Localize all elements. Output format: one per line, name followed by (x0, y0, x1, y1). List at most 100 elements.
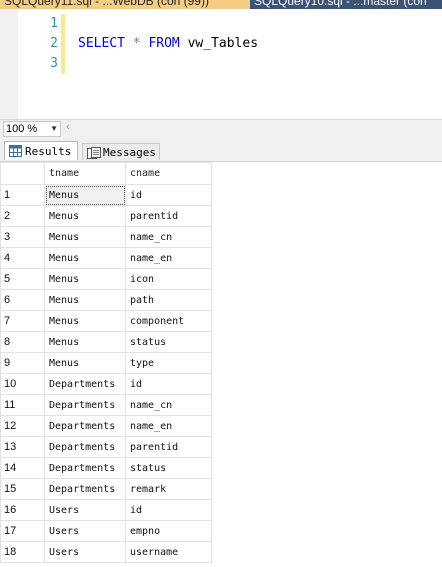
cell-tname[interactable]: Menus (44, 352, 126, 374)
tab-label: SQLQuery11.sql - ...WebDB (con (99)) (4, 0, 209, 8)
row-number-header[interactable] (0, 162, 45, 185)
cell-tname[interactable]: Users (44, 499, 126, 521)
cell-cname[interactable]: path (125, 289, 212, 311)
cell-cname[interactable]: name_en (125, 247, 212, 269)
editor-status-bar: 100 % ▼ ‹ (0, 119, 442, 138)
tab-sqlquery10[interactable]: SQLQuery10.sql - ...master (con (250, 0, 442, 9)
cell-cname[interactable]: parentid (125, 205, 212, 227)
table-row[interactable]: 4 Menus name_en (0, 247, 212, 269)
table-row[interactable]: 5 Menus icon (0, 268, 212, 290)
column-header-cname[interactable]: cname (125, 162, 212, 185)
cell-tname[interactable]: Users (44, 520, 126, 542)
table-row[interactable]: 12 Departments name_en (0, 415, 212, 437)
cell-cname[interactable]: username (125, 541, 212, 563)
row-number[interactable]: 7 (0, 310, 45, 332)
row-number[interactable]: 16 (0, 499, 45, 521)
table-row[interactable]: 9 Menus type (0, 352, 212, 374)
results-grid: tname cname 1 Menus id 2 Menus parentid 3 Menus… (0, 162, 212, 563)
row-number[interactable]: 13 (0, 436, 45, 458)
cell-cname[interactable]: status (125, 331, 212, 353)
cell-tname[interactable]: Menus (44, 331, 126, 353)
line-numbers: 1 2 3 (20, 14, 58, 74)
line-number: 3 (50, 56, 58, 71)
row-number[interactable]: 18 (0, 541, 45, 563)
row-number[interactable]: 2 (0, 205, 45, 227)
results-grid-area: tname cname 1 Menus id 2 Menus parentid 3 Menus… (0, 161, 442, 567)
cell-tname[interactable]: Menus (44, 184, 126, 206)
row-number[interactable]: 8 (0, 331, 45, 353)
table-row[interactable]: 11 Departments name_cn (0, 394, 212, 416)
cell-cname[interactable]: name_cn (125, 394, 212, 416)
cell-cname[interactable]: remark (125, 478, 212, 500)
tab-sqlquery11[interactable]: SQLQuery11.sql - ...WebDB (con (99)) (0, 0, 250, 9)
cell-cname[interactable]: parentid (125, 436, 212, 458)
table-row[interactable]: 7 Menus component (0, 310, 212, 332)
cell-tname[interactable]: Menus (44, 205, 126, 227)
row-number[interactable]: 3 (0, 226, 45, 248)
results-tab-strip: Results Messages (0, 137, 442, 161)
row-number[interactable]: 9 (0, 352, 45, 374)
row-number[interactable]: 5 (0, 268, 45, 290)
cell-cname[interactable]: empno (125, 520, 212, 542)
cell-tname[interactable]: Menus (44, 226, 126, 248)
row-number[interactable]: 11 (0, 394, 45, 416)
chevron-down-icon: ▼ (50, 124, 58, 133)
row-number[interactable]: 4 (0, 247, 45, 269)
cell-tname[interactable]: Menus (44, 310, 126, 332)
cell-tname[interactable]: Departments (44, 394, 126, 416)
row-number[interactable]: 15 (0, 478, 45, 500)
cell-cname[interactable]: id (125, 499, 212, 521)
keyword-from: FROM (148, 36, 180, 51)
table-row[interactable]: 1 Menus id (0, 184, 212, 206)
row-number[interactable]: 17 (0, 520, 45, 542)
table-row[interactable]: 10 Departments id (0, 373, 212, 395)
zoom-dropdown[interactable]: 100 % ▼ (3, 121, 61, 137)
cell-tname[interactable]: Departments (44, 436, 126, 458)
cell-cname[interactable]: component (125, 310, 212, 332)
cell-cname[interactable]: name_cn (125, 226, 212, 248)
row-number[interactable]: 12 (0, 415, 45, 437)
scroll-left-icon[interactable]: ‹ (66, 121, 70, 133)
cell-tname[interactable]: Departments (44, 478, 126, 500)
table-row[interactable]: 13 Departments parentid (0, 436, 212, 458)
object-name: vw_Tables (187, 36, 259, 51)
row-number[interactable]: 10 (0, 373, 45, 395)
cell-cname[interactable]: icon (125, 268, 212, 290)
table-row[interactable]: 18 Users username (0, 541, 212, 563)
messages-icon (87, 147, 101, 159)
row-number[interactable]: 1 (0, 184, 45, 206)
grid-body: 1 Menus id 2 Menus parentid 3 Menus name_cn 4 Menu… (0, 184, 212, 563)
row-number[interactable]: 6 (0, 289, 45, 311)
query-editor[interactable]: 1 2 3 SELECT * FROM vw_Tables (0, 9, 442, 119)
table-row[interactable]: 16 Users id (0, 499, 212, 521)
column-header-tname[interactable]: tname (44, 162, 126, 185)
cell-cname[interactable]: type (125, 352, 212, 374)
table-row[interactable]: 14 Departments status (0, 457, 212, 479)
change-tracking-bar (61, 14, 65, 74)
cell-cname[interactable]: id (125, 373, 212, 395)
cell-tname[interactable]: Menus (44, 268, 126, 290)
grid-header-row: tname cname (0, 162, 212, 185)
editor-gutter (0, 9, 18, 119)
table-row[interactable]: 15 Departments remark (0, 478, 212, 500)
cell-tname[interactable]: Users (44, 541, 126, 563)
table-row[interactable]: 2 Menus parentid (0, 205, 212, 227)
line-number: 1 (50, 16, 58, 31)
tab-label: SQLQuery10.sql - ...master (con (254, 0, 427, 8)
row-number[interactable]: 14 (0, 457, 45, 479)
cell-tname[interactable]: Menus (44, 289, 126, 311)
cell-cname[interactable]: name_en (125, 415, 212, 437)
cell-tname[interactable]: Departments (44, 373, 126, 395)
table-row[interactable]: 17 Users empno (0, 520, 212, 542)
table-row[interactable]: 3 Menus name_cn (0, 226, 212, 248)
table-row[interactable]: 6 Menus path (0, 289, 212, 311)
cell-cname[interactable]: status (125, 457, 212, 479)
cell-tname[interactable]: Menus (44, 247, 126, 269)
cell-tname[interactable]: Departments (44, 457, 126, 479)
sql-code-line[interactable]: SELECT * FROM vw_Tables (78, 34, 258, 54)
table-row[interactable]: 8 Menus status (0, 331, 212, 353)
tab-messages[interactable]: Messages (82, 143, 160, 160)
cell-cname[interactable]: id (125, 184, 212, 206)
cell-tname[interactable]: Departments (44, 415, 126, 437)
tab-results[interactable]: Results (4, 141, 78, 160)
